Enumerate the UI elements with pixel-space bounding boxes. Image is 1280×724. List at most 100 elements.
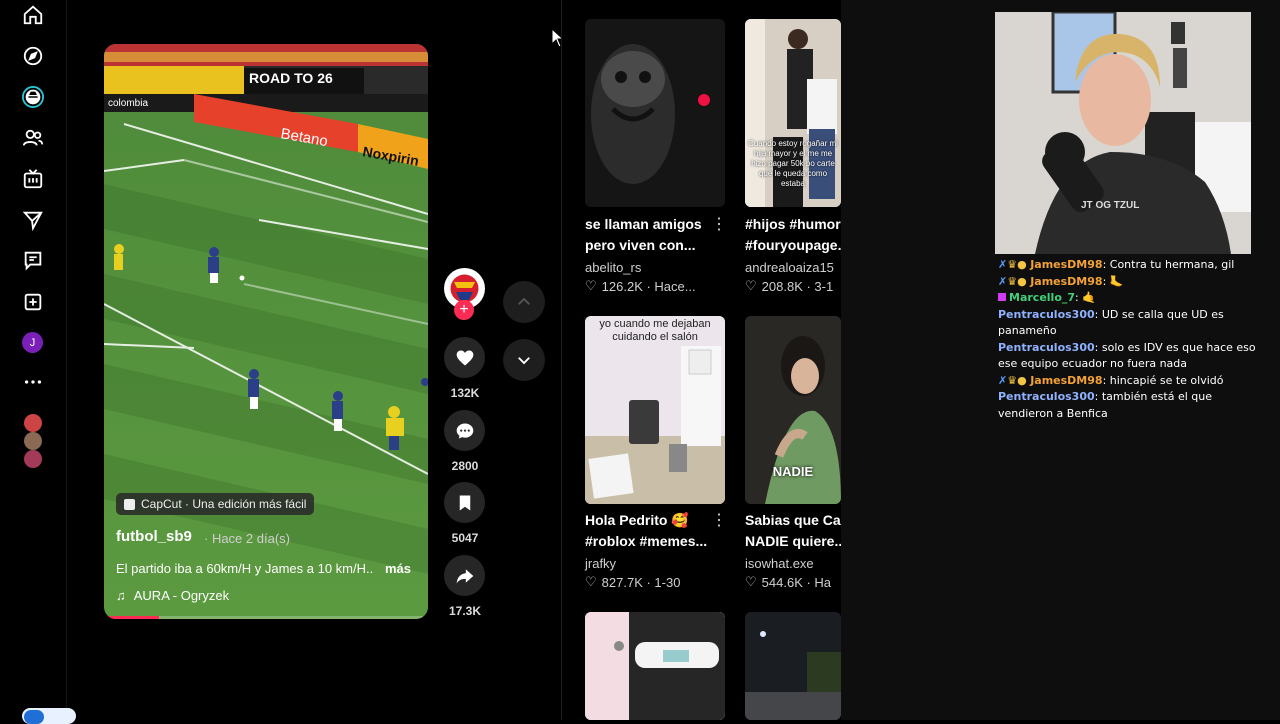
heart-outline-icon: ♡	[745, 278, 757, 293]
save-count: 5047	[451, 531, 479, 545]
follow-plus-button[interactable]: +	[454, 300, 474, 320]
chat-badges-icon: ✗♛●	[998, 274, 1027, 288]
explore-icon[interactable]	[18, 41, 48, 71]
chat-message: Pentraculos300: también está el que vend…	[998, 390, 1212, 420]
chat-sub-badge-icon	[998, 293, 1006, 301]
thumbnail-overlay-text: NADIE	[772, 464, 814, 479]
chat-text: hincapié se te olvidó	[1109, 373, 1224, 387]
heart-outline-icon: ♡	[585, 278, 597, 293]
chat-username[interactable]: JamesDM98	[1030, 374, 1102, 387]
chat-message: Marcello_7: 🤙	[998, 290, 1260, 307]
next-video-button[interactable]	[503, 339, 545, 381]
chat-username[interactable]: Pentraculos300	[998, 308, 1095, 321]
more-link[interactable]: más	[385, 561, 411, 576]
upload-icon[interactable]	[18, 287, 48, 317]
card-stats: ♡ 126.2K · Hace...	[585, 278, 696, 294]
chat-username[interactable]: Pentraculos300	[998, 390, 1095, 403]
heart-icon	[456, 350, 473, 365]
card-title-line2[interactable]: NADIE quiere...	[745, 531, 841, 552]
video-thumbnail[interactable]	[585, 612, 725, 720]
video-player[interactable]: ROAD TO 26 colombia Betano Noxpirin CapC…	[104, 44, 428, 619]
comment-icon	[456, 423, 473, 438]
banner-colombia: colombia	[108, 98, 148, 109]
chat-badges-icon: ✗♛●	[998, 373, 1027, 387]
messages-icon[interactable]	[18, 205, 48, 235]
chat-username[interactable]: Pentraculos300	[998, 341, 1095, 354]
video-author[interactable]: futbol_sb9	[116, 528, 192, 545]
card-author[interactable]: andrealoaiza15	[745, 260, 834, 275]
card-stats: ♡ 544.6K · Ha	[745, 574, 832, 590]
thumbnail-overlay-text: yo cuando me dejaban cuidando el salón	[599, 318, 711, 343]
video-thumbnail[interactable]: NADIE	[745, 316, 841, 504]
heart-outline-icon: ♡	[745, 574, 757, 589]
card-title[interactable]: Sabias que Ca:	[745, 510, 841, 531]
chat-username[interactable]: JamesDM98	[1030, 275, 1102, 288]
chat-message: Pentraculos300: UD se calla que UD es pa…	[998, 307, 1224, 338]
video-thumbnail[interactable]	[745, 612, 841, 720]
chat-username[interactable]: JamesDM98	[1030, 258, 1102, 271]
taskbar-icon[interactable]	[22, 708, 76, 724]
card-title-line2[interactable]: #fouryoupage.	[745, 235, 841, 256]
webcam-feed: JT OG TZUL	[995, 12, 1251, 254]
chat-message: ✗♛● JamesDM98: hincapié se te olvidó	[998, 373, 1224, 387]
previous-video-button[interactable]	[503, 281, 545, 323]
live-icon[interactable]	[18, 164, 48, 194]
capcut-pill[interactable]: CapCut · Una edición más fácil	[116, 493, 315, 515]
profile-avatar[interactable]: J	[22, 332, 43, 353]
following-icon[interactable]	[18, 82, 48, 112]
chevron-up-icon	[518, 297, 530, 305]
progress-bar[interactable]	[104, 616, 160, 619]
share-count: 17.3K	[448, 604, 482, 618]
more-options-icon[interactable]: ⋮	[711, 510, 727, 530]
video-thumbnail[interactable]	[585, 19, 725, 207]
divider	[561, 0, 562, 720]
music-title: AURA - Ogryzek	[133, 588, 230, 603]
home-icon[interactable]	[18, 0, 48, 30]
card-title-line2[interactable]: #roblox #memes...	[585, 531, 725, 552]
chat-text: 🦶	[1109, 274, 1124, 288]
chat-message: Pentraculos300: solo es IDV es que hace …	[998, 340, 1256, 371]
music-note-icon: ♫	[116, 588, 126, 603]
mouse-cursor-icon	[551, 28, 565, 48]
video-description: El partido iba a 60km/H y James a 10 km/…	[116, 561, 374, 576]
stream-chat: ✗♛● JamesDM98: Contra tu hermana, gil ✗♛●…	[998, 257, 1260, 422]
share-button[interactable]	[444, 555, 485, 596]
save-button[interactable]	[444, 482, 485, 523]
banner-road-to-26: ROAD TO 26	[249, 70, 333, 86]
chat-text: 🤙	[1082, 291, 1096, 304]
card-stats: ♡ 208.8K · 3-1	[745, 278, 834, 294]
like-button[interactable]	[444, 337, 485, 378]
heart-outline-icon: ♡	[585, 574, 597, 589]
music-info[interactable]: ♫ AURA - Ogryzek	[116, 588, 229, 603]
inbox-icon[interactable]	[18, 245, 48, 275]
comment-count: 2800	[451, 459, 479, 473]
followed-account-avatar[interactable]	[24, 450, 42, 468]
chat-username[interactable]: Marcello_7	[1009, 291, 1075, 304]
video-thumbnail[interactable]: Cuando estoy rogañar mi hija mayor y el …	[745, 19, 841, 207]
card-author[interactable]: abelito_rs	[585, 260, 641, 275]
followed-account-avatar[interactable]	[24, 414, 42, 432]
card-title[interactable]: Hola Pedrito 🥰	[585, 510, 707, 531]
comment-button[interactable]	[444, 410, 485, 451]
more-options-icon[interactable]: ⋮	[711, 214, 727, 234]
friends-icon[interactable]	[18, 123, 48, 153]
thumbnail-overlay-text: Cuando estoy rogañar mi hija mayor y el …	[748, 139, 838, 188]
capcut-label: CapCut · Una edición más fácil	[141, 497, 307, 511]
followed-account-avatar[interactable]	[24, 432, 42, 450]
like-count: 132K	[450, 386, 480, 400]
chevron-down-icon	[518, 357, 530, 365]
more-icon[interactable]	[18, 367, 48, 397]
card-title[interactable]: se llaman amigos	[585, 214, 707, 235]
chat-message: ✗♛● JamesDM98: 🦶	[998, 274, 1124, 288]
card-title[interactable]: #hijos #humor	[745, 214, 841, 235]
card-author[interactable]: jrafky	[585, 556, 616, 571]
card-stats: ♡ 827.7K · 1-30	[585, 574, 681, 590]
chat-message: ✗♛● JamesDM98: Contra tu hermana, gil	[998, 258, 1235, 271]
shirt-text: JT OG TZUL	[1081, 200, 1139, 211]
card-author[interactable]: isowhat.exe	[745, 556, 814, 571]
capcut-icon	[124, 498, 135, 510]
left-sidebar: J	[0, 0, 67, 720]
bookmark-icon	[459, 495, 470, 510]
card-title-line2[interactable]: pero viven con...	[585, 235, 725, 256]
video-thumbnail[interactable]: yo cuando me dejaban cuidando el salón	[585, 316, 725, 504]
